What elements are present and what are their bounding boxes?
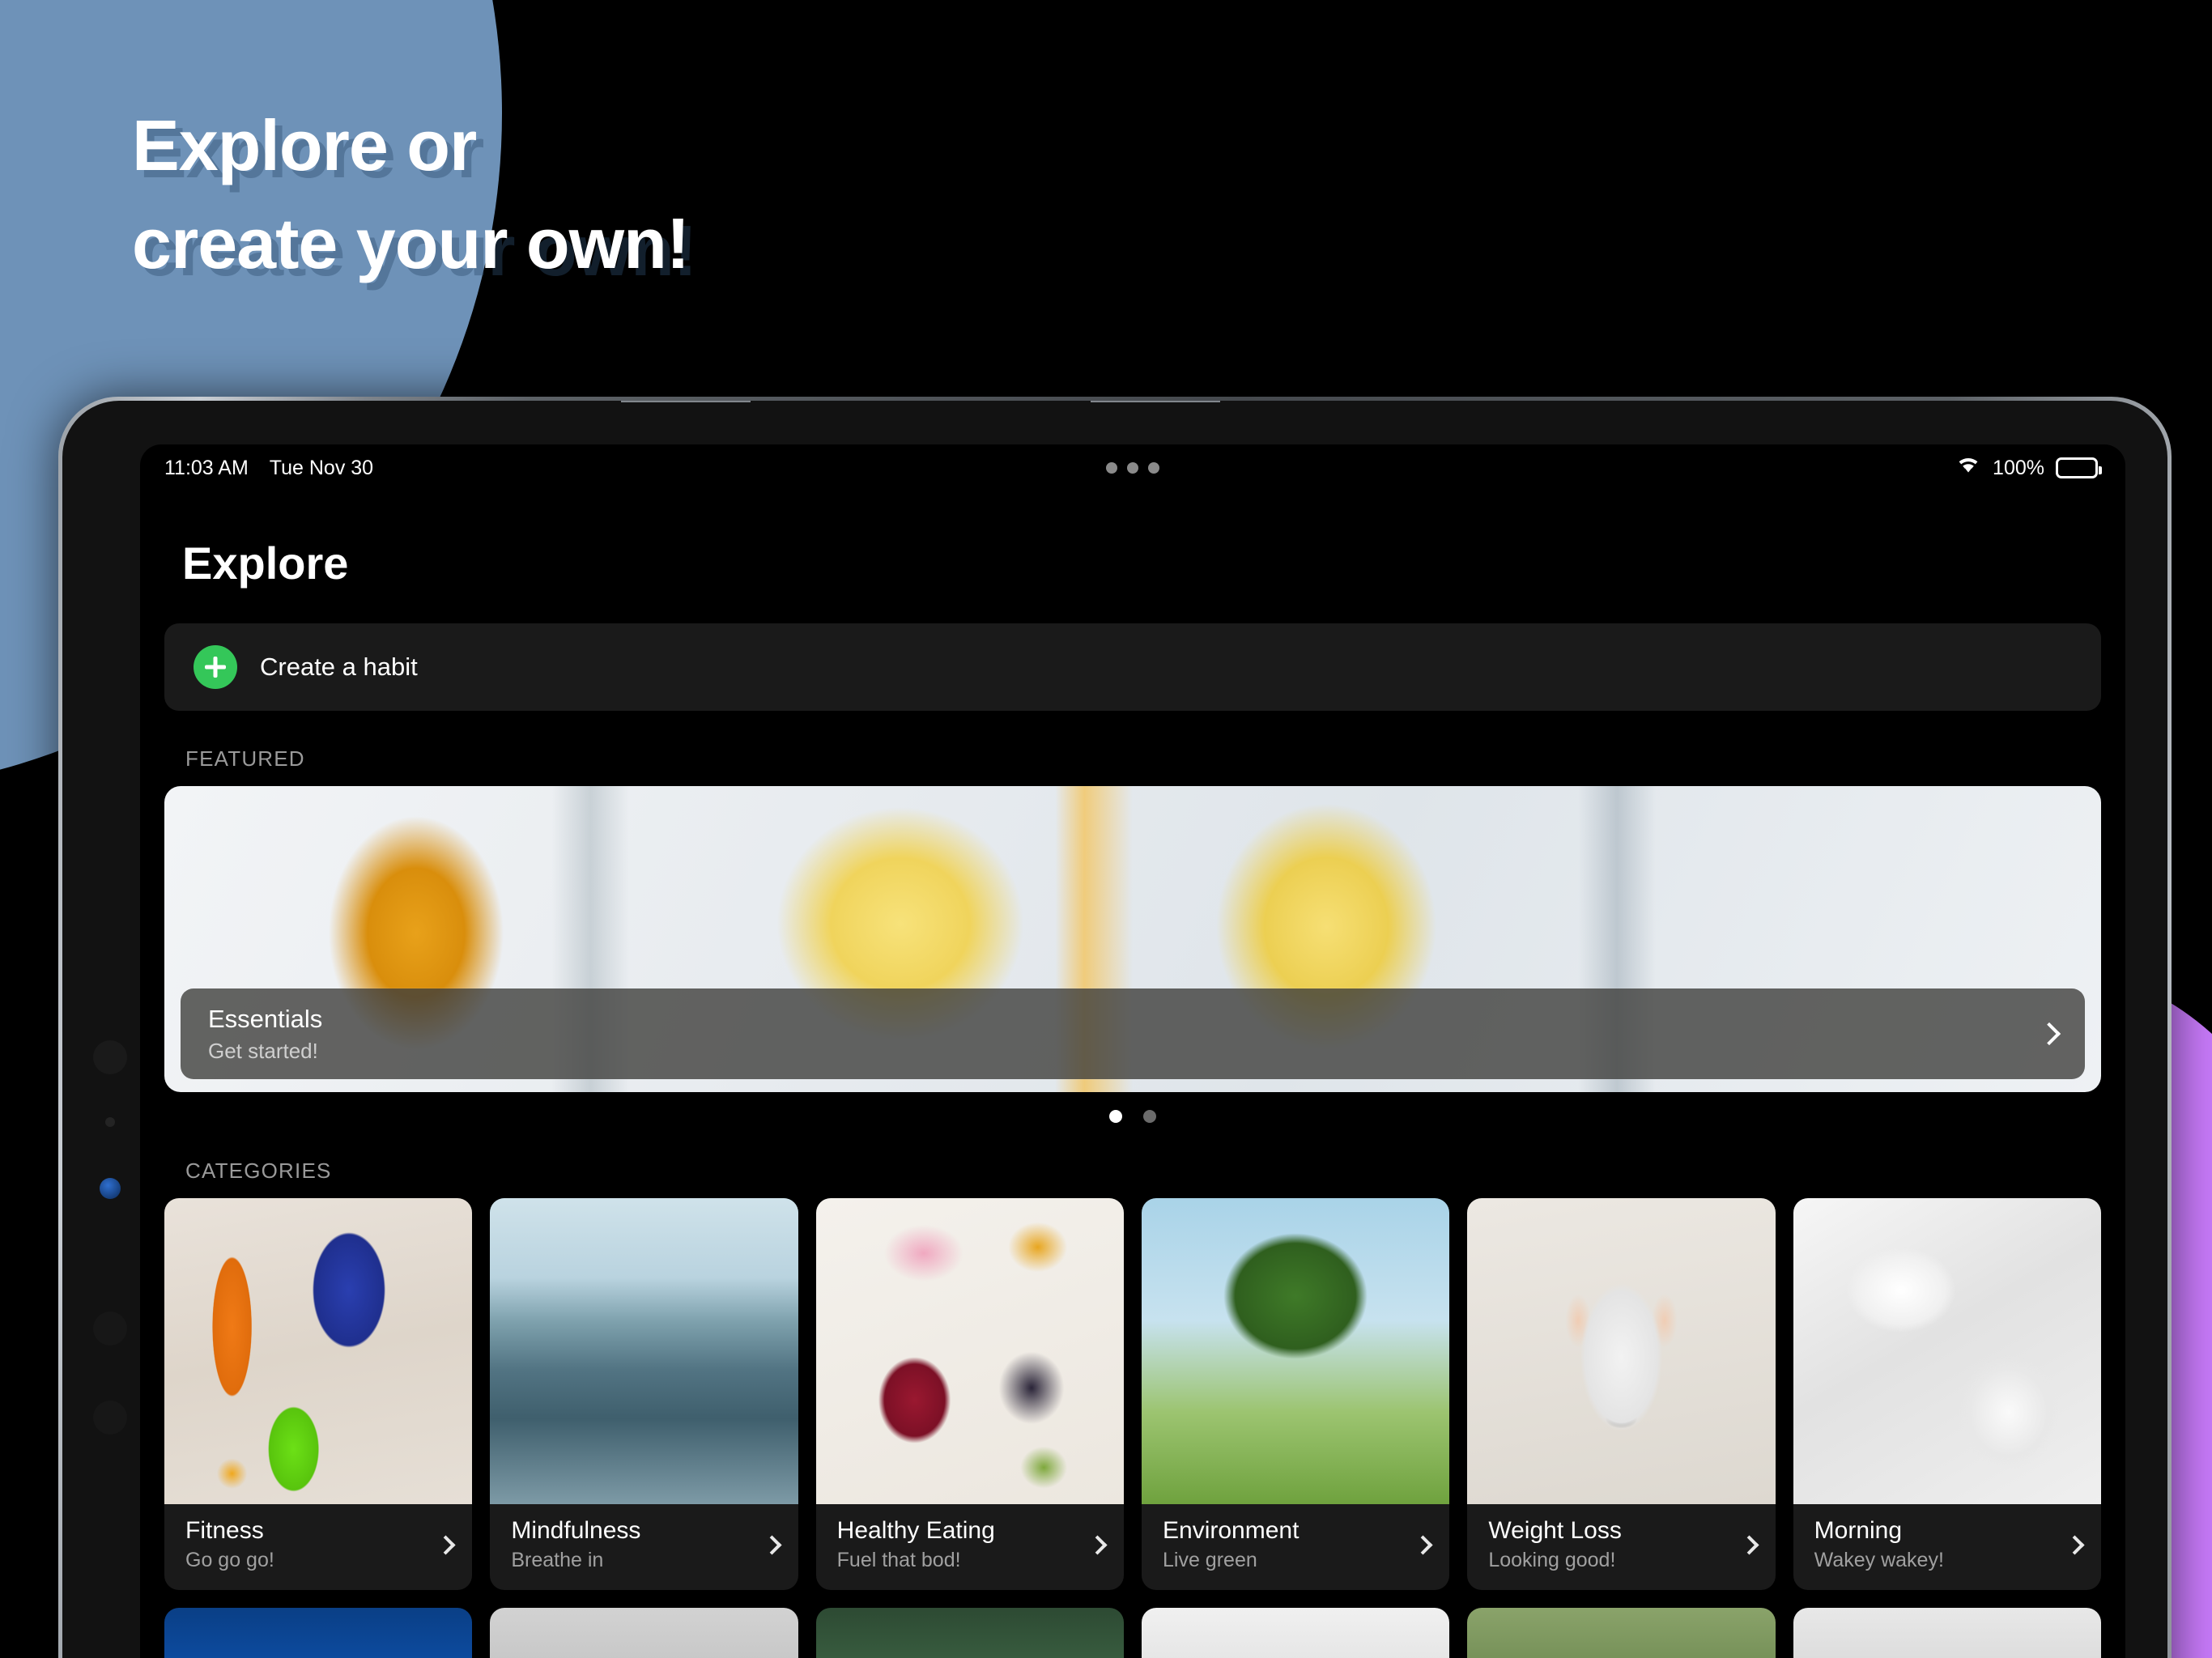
chevron-right-icon	[762, 1534, 782, 1555]
ambient-sensor-icon	[105, 1117, 115, 1127]
volume-up-button[interactable]	[621, 401, 751, 402]
category-thumbnail	[1793, 1198, 2101, 1504]
status-time: 11:03 AM	[164, 456, 249, 479]
featured-card[interactable]: Essentials Get started!	[164, 786, 2101, 1092]
category-info: Fitness Go go go!	[164, 1504, 472, 1590]
category-title: Weight Loss	[1488, 1517, 1622, 1544]
speaker-hole-icon	[93, 1312, 127, 1346]
category-card[interactable]: Mindfulness Breathe in	[490, 1198, 798, 1590]
front-camera-icon	[93, 1040, 127, 1074]
category-title: Morning	[1814, 1517, 1903, 1544]
category-subtitle: Looking good!	[1488, 1549, 1616, 1571]
speaker-hole-icon	[93, 1401, 127, 1435]
category-subtitle: Wakey wakey!	[1814, 1549, 1944, 1571]
category-text: Healthy Eating Fuel that bod!	[837, 1517, 995, 1572]
battery-percent-label: 100%	[1993, 456, 2044, 479]
featured-title: Essentials	[208, 1004, 323, 1033]
category-card-partial[interactable]	[490, 1608, 798, 1658]
category-thumbnail	[815, 1198, 1124, 1504]
face-id-sensor-icon	[100, 1178, 121, 1199]
category-thumbnail	[1467, 1198, 1776, 1504]
category-card[interactable]: Morning Wakey wakey!	[1793, 1198, 2101, 1590]
category-info: Healthy Eating Fuel that bod!	[816, 1504, 1124, 1590]
wifi-icon	[1955, 456, 1981, 481]
category-card-partial[interactable]	[1793, 1608, 2101, 1658]
category-title: Healthy Eating	[836, 1517, 995, 1544]
page-title: Explore	[182, 538, 349, 589]
multitask-dot	[1127, 462, 1138, 474]
chevron-right-icon	[436, 1534, 456, 1555]
category-text: Mindfulness Breathe in	[511, 1517, 640, 1572]
category-card-partial[interactable]	[815, 1608, 1124, 1658]
category-info: Morning Wakey wakey!	[1793, 1504, 2101, 1590]
multitask-dot	[1148, 462, 1159, 474]
category-info: Mindfulness Breathe in	[490, 1504, 798, 1590]
category-card-partial[interactable]	[164, 1608, 473, 1658]
category-card[interactable]: Fitness Go go go!	[164, 1198, 473, 1590]
category-subtitle: Live green	[1163, 1549, 1257, 1571]
category-card-partial[interactable]	[1467, 1608, 1776, 1658]
battery-icon	[2056, 457, 2102, 478]
category-subtitle: Go go go!	[185, 1549, 274, 1571]
featured-page-dots[interactable]	[164, 1110, 2101, 1123]
promo-headline-line2: create your own!	[132, 202, 690, 283]
create-habit-button[interactable]: Create a habit	[164, 623, 2101, 711]
featured-text: Essentials Get started!	[208, 1005, 322, 1064]
multitask-dot	[1106, 462, 1117, 474]
multitask-handle-icon[interactable]	[1106, 462, 1159, 474]
category-text: Fitness Go go go!	[185, 1517, 274, 1572]
promo-headline: Explore or create your own!	[132, 97, 690, 292]
create-habit-label: Create a habit	[260, 653, 418, 681]
category-text: Weight Loss Looking good!	[1488, 1517, 1622, 1572]
chevron-right-icon	[1087, 1534, 1108, 1555]
featured-section-header: FEATURED	[185, 746, 305, 771]
tablet-screen: 11:03 AM Tue Nov 30 100% Explore Create …	[140, 444, 2125, 1658]
chevron-right-icon	[1739, 1534, 1759, 1555]
status-bar-left: 11:03 AM Tue Nov 30	[164, 457, 373, 480]
promo-headline-line1: Explore or	[132, 105, 477, 185]
category-text: Morning Wakey wakey!	[1814, 1517, 1944, 1572]
category-card[interactable]: Healthy Eating Fuel that bod!	[815, 1198, 1124, 1590]
category-thumbnail	[490, 1198, 798, 1504]
chevron-right-icon	[2037, 1022, 2061, 1046]
category-subtitle: Breathe in	[511, 1549, 604, 1571]
category-title: Fitness	[185, 1517, 264, 1544]
explore-page: Explore Create a habit FEATURED Essentia…	[140, 491, 2125, 1658]
chevron-right-icon	[1413, 1534, 1433, 1555]
status-bar: 11:03 AM Tue Nov 30 100%	[140, 444, 2125, 491]
categories-grid-row2	[164, 1608, 2101, 1658]
chevron-right-icon	[2065, 1534, 2085, 1555]
featured-subtitle: Get started!	[208, 1038, 318, 1063]
category-card[interactable]: Weight Loss Looking good!	[1467, 1198, 1776, 1590]
page-dot-1[interactable]	[1109, 1110, 1122, 1123]
category-info: Weight Loss Looking good!	[1467, 1504, 1775, 1590]
category-subtitle: Fuel that bod!	[836, 1549, 961, 1571]
category-info: Environment Live green	[1142, 1504, 1449, 1590]
featured-overlay[interactable]: Essentials Get started!	[181, 988, 2085, 1079]
categories-section-header: CATEGORIES	[185, 1158, 332, 1183]
tablet-bezel: 11:03 AM Tue Nov 30 100% Explore Create …	[62, 401, 2167, 1658]
category-text: Environment Live green	[1163, 1517, 1299, 1572]
page-dot-2[interactable]	[1143, 1110, 1156, 1123]
plus-icon	[194, 645, 237, 689]
category-card-partial[interactable]	[1142, 1608, 1450, 1658]
status-date: Tue Nov 30	[269, 456, 374, 479]
category-thumbnail	[164, 1198, 473, 1504]
category-thumbnail	[1142, 1198, 1450, 1504]
tablet-device-frame: 11:03 AM Tue Nov 30 100% Explore Create …	[58, 397, 2172, 1658]
categories-grid: Fitness Go go go! Mindfulness Breathe in Hea…	[164, 1198, 2101, 1590]
category-card[interactable]: Environment Live green	[1142, 1198, 1450, 1590]
category-title: Environment	[1163, 1517, 1300, 1544]
category-title: Mindfulness	[511, 1517, 641, 1544]
status-bar-right: 100%	[1955, 456, 2102, 481]
volume-down-button[interactable]	[1091, 401, 1220, 402]
